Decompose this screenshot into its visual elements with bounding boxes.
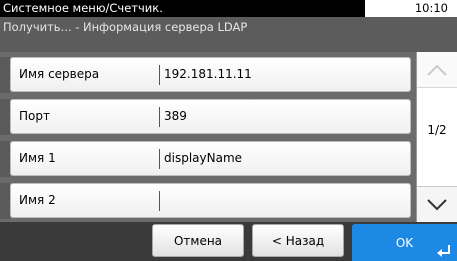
row-server-name[interactable]: Имя сервера 192.181.11.11 [10, 57, 411, 92]
row-value: 389 [164, 109, 187, 123]
status-bar: Системное меню/Счетчик. 10:10 [0, 0, 457, 17]
row-name-1[interactable]: Имя 1 displayName [10, 141, 411, 176]
cancel-button[interactable]: Отмена [152, 224, 244, 257]
row-divider [159, 149, 160, 169]
page-indicator: 1/2 [427, 123, 447, 137]
row-name-2[interactable]: Имя 2 [10, 183, 411, 218]
window-title: Системное меню/Счетчик. [0, 0, 365, 17]
chevron-down-icon [427, 198, 447, 210]
screen-subtitle: Получить... - Информация сервера LDAP [3, 20, 248, 34]
row-label: Имя 1 [19, 151, 56, 165]
row-value: 192.181.11.11 [164, 67, 252, 81]
info-panel: Имя сервера 192.181.11.11 Порт 389 Имя 1… [0, 52, 457, 222]
row-divider [159, 65, 160, 85]
row-value: displayName [164, 151, 243, 165]
row-divider [159, 191, 160, 211]
scrollbar: 1/2 [416, 52, 457, 222]
clock: 10:10 [414, 1, 448, 15]
sub-header: Получить... - Информация сервера LDAP [0, 17, 457, 52]
scroll-up-button[interactable] [417, 52, 457, 88]
row-label: Имя 2 [19, 193, 56, 207]
scroll-down-button[interactable] [417, 186, 457, 222]
back-button[interactable]: < Назад [252, 224, 344, 257]
ok-button[interactable]: OK [352, 224, 457, 261]
row-label: Имя сервера [19, 67, 100, 81]
row-port[interactable]: Порт 389 [10, 99, 411, 134]
chevron-up-icon [427, 64, 447, 76]
footer-bar: Отмена < Назад OK [0, 222, 457, 261]
row-label: Порт [19, 109, 50, 123]
row-divider [159, 107, 160, 127]
enter-icon [437, 245, 450, 257]
ok-label: OK [395, 235, 414, 250]
